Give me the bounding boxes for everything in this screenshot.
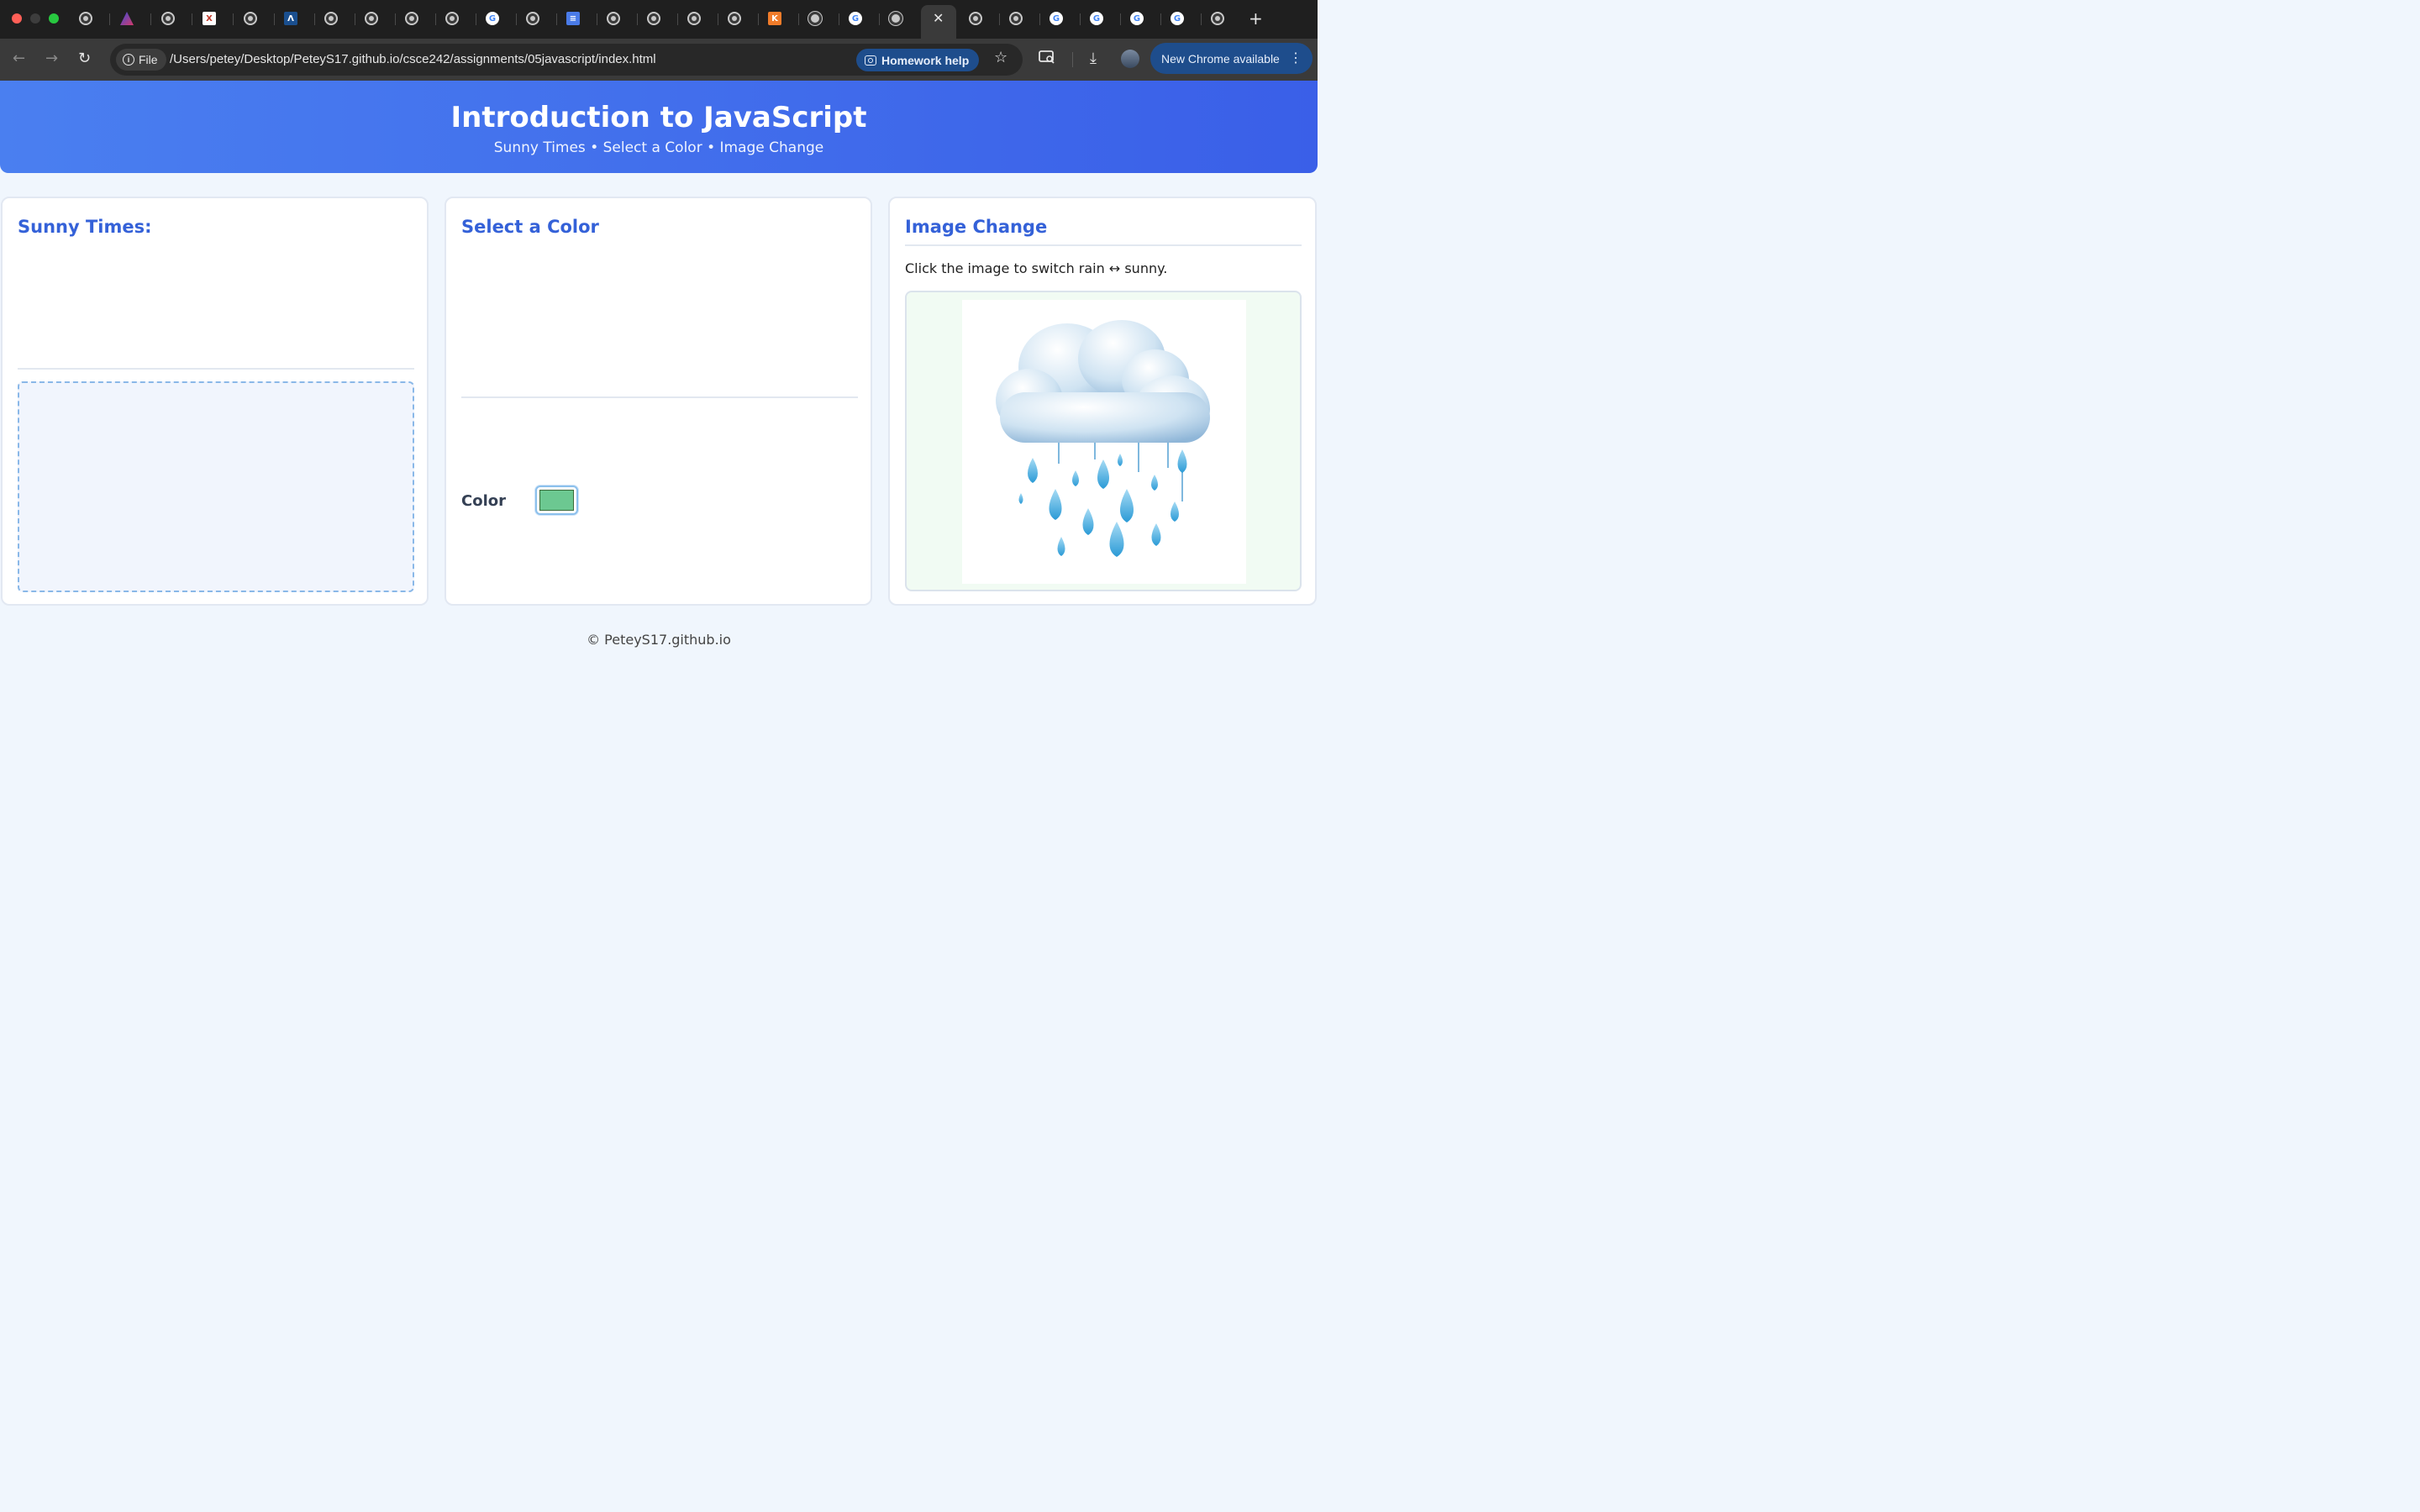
card-divider <box>18 368 414 370</box>
tab-separator <box>879 13 880 25</box>
globe-icon[interactable] <box>161 12 175 25</box>
tab-strip: X Λ G ≡ K G ✕ G G G G + <box>0 0 1318 39</box>
google-icon[interactable]: G <box>849 12 862 25</box>
globe-icon[interactable] <box>1009 12 1023 25</box>
downloads-icon[interactable]: ⤓ <box>1090 50 1097 67</box>
globe-icon[interactable] <box>969 12 982 25</box>
a-logo-icon[interactable]: Λ <box>284 12 297 25</box>
tab-search-icon[interactable] <box>1039 50 1055 69</box>
card-divider <box>461 396 858 398</box>
browser-toolbar: ← → ↻ i File /Users/petey/Desktop/PeteyS… <box>0 39 1318 81</box>
rain-cloud-image[interactable] <box>962 300 1246 584</box>
card-title: Image Change <box>905 217 1048 237</box>
prism-icon[interactable] <box>120 12 134 25</box>
tab-separator <box>758 13 759 25</box>
google-icon[interactable]: G <box>486 12 499 25</box>
globe-icon[interactable] <box>526 12 539 25</box>
back-button[interactable]: ← <box>13 50 25 67</box>
site-info-chip[interactable]: i File <box>116 49 166 71</box>
camera-search-icon <box>865 55 876 66</box>
tab-separator <box>798 13 799 25</box>
page-header: Introduction to JavaScript Sunny Times •… <box>0 81 1318 173</box>
globe-icon[interactable] <box>687 12 701 25</box>
forward-button[interactable]: → <box>45 50 58 67</box>
new-tab-button[interactable]: + <box>1249 8 1263 29</box>
close-window-button[interactable] <box>12 13 22 24</box>
card-title: Sunny Times: <box>18 217 152 237</box>
x-logo-icon[interactable]: X <box>203 12 216 25</box>
site-info-label: File <box>139 53 158 66</box>
google-icon[interactable]: G <box>1050 12 1063 25</box>
tab-separator <box>150 13 151 25</box>
page-title: Introduction to JavaScript <box>450 101 867 134</box>
homework-help-button[interactable]: Homework help <box>856 49 980 71</box>
image-change-card: Image Change Click the image to switch r… <box>888 197 1317 606</box>
homework-help-label: Homework help <box>881 53 970 67</box>
select-color-card: Select a Color Color <box>445 197 872 606</box>
google-icon[interactable]: G <box>1090 12 1103 25</box>
k-logo-icon[interactable]: K <box>768 12 781 25</box>
tab-separator <box>435 13 436 25</box>
new-chrome-available-button[interactable]: New Chrome available ⋮ <box>1150 43 1313 74</box>
tab-separator <box>1039 13 1040 25</box>
google-icon[interactable]: G <box>1171 12 1184 25</box>
tab-separator <box>556 13 557 25</box>
reload-button[interactable]: ↻ <box>78 50 91 67</box>
tab-separator <box>109 13 110 25</box>
rain-cloud-icon <box>996 320 1210 557</box>
tab-separator <box>1120 13 1121 25</box>
tab-separator <box>677 13 678 25</box>
tab-separator <box>1160 13 1161 25</box>
color-label: Color <box>461 492 506 510</box>
chromium-icon[interactable] <box>808 12 822 25</box>
card-description: Click the image to switch rain ↔ sunny. <box>905 260 1168 276</box>
tab-separator <box>1201 13 1202 25</box>
docs-icon[interactable]: ≡ <box>566 12 580 25</box>
globe-icon[interactable] <box>324 12 338 25</box>
url-text[interactable]: /Users/petey/Desktop/PeteyS17.github.io/… <box>170 52 656 66</box>
globe-icon[interactable] <box>79 12 92 25</box>
close-tab-icon[interactable]: ✕ <box>933 10 944 26</box>
color-swatch-fill <box>539 490 574 511</box>
globe-icon[interactable] <box>405 12 418 25</box>
bookmark-star-icon[interactable]: ☆ <box>994 49 1007 66</box>
sunny-times-output-box[interactable] <box>18 381 414 592</box>
globe-icon[interactable] <box>1211 12 1224 25</box>
page-footer: © PeteyS17.github.io <box>587 632 731 648</box>
toolbar-divider <box>1072 52 1073 67</box>
card-title: Select a Color <box>461 217 599 237</box>
sunny-times-card: Sunny Times: <box>1 197 429 606</box>
address-bar[interactable]: i File /Users/petey/Desktop/PeteyS17.git… <box>110 44 1023 76</box>
tab-separator <box>999 13 1000 25</box>
google-icon[interactable]: G <box>1130 12 1144 25</box>
globe-icon[interactable] <box>244 12 257 25</box>
update-label: New Chrome available <box>1161 51 1280 66</box>
globe-icon[interactable] <box>445 12 459 25</box>
tab-separator <box>637 13 638 25</box>
tab-separator <box>395 13 396 25</box>
globe-icon[interactable] <box>607 12 620 25</box>
profile-avatar[interactable] <box>1121 50 1139 68</box>
globe-icon[interactable] <box>647 12 660 25</box>
chromium-icon[interactable] <box>889 12 902 25</box>
color-picker-input[interactable] <box>535 486 578 515</box>
globe-icon[interactable] <box>365 12 378 25</box>
info-icon: i <box>123 54 134 66</box>
weather-image-frame <box>905 291 1302 591</box>
tab-separator <box>516 13 517 25</box>
tab-separator <box>314 13 315 25</box>
tab-separator <box>1080 13 1081 25</box>
menu-dots-icon: ⋮ <box>1289 51 1302 66</box>
tab-separator <box>233 13 234 25</box>
globe-icon[interactable] <box>728 12 741 25</box>
page-subtitle: Sunny Times • Select a Color • Image Cha… <box>493 139 824 156</box>
card-divider <box>905 244 1302 246</box>
maximize-window-button[interactable] <box>49 13 59 24</box>
tab-separator <box>274 13 275 25</box>
minimize-window-button[interactable] <box>30 13 40 24</box>
